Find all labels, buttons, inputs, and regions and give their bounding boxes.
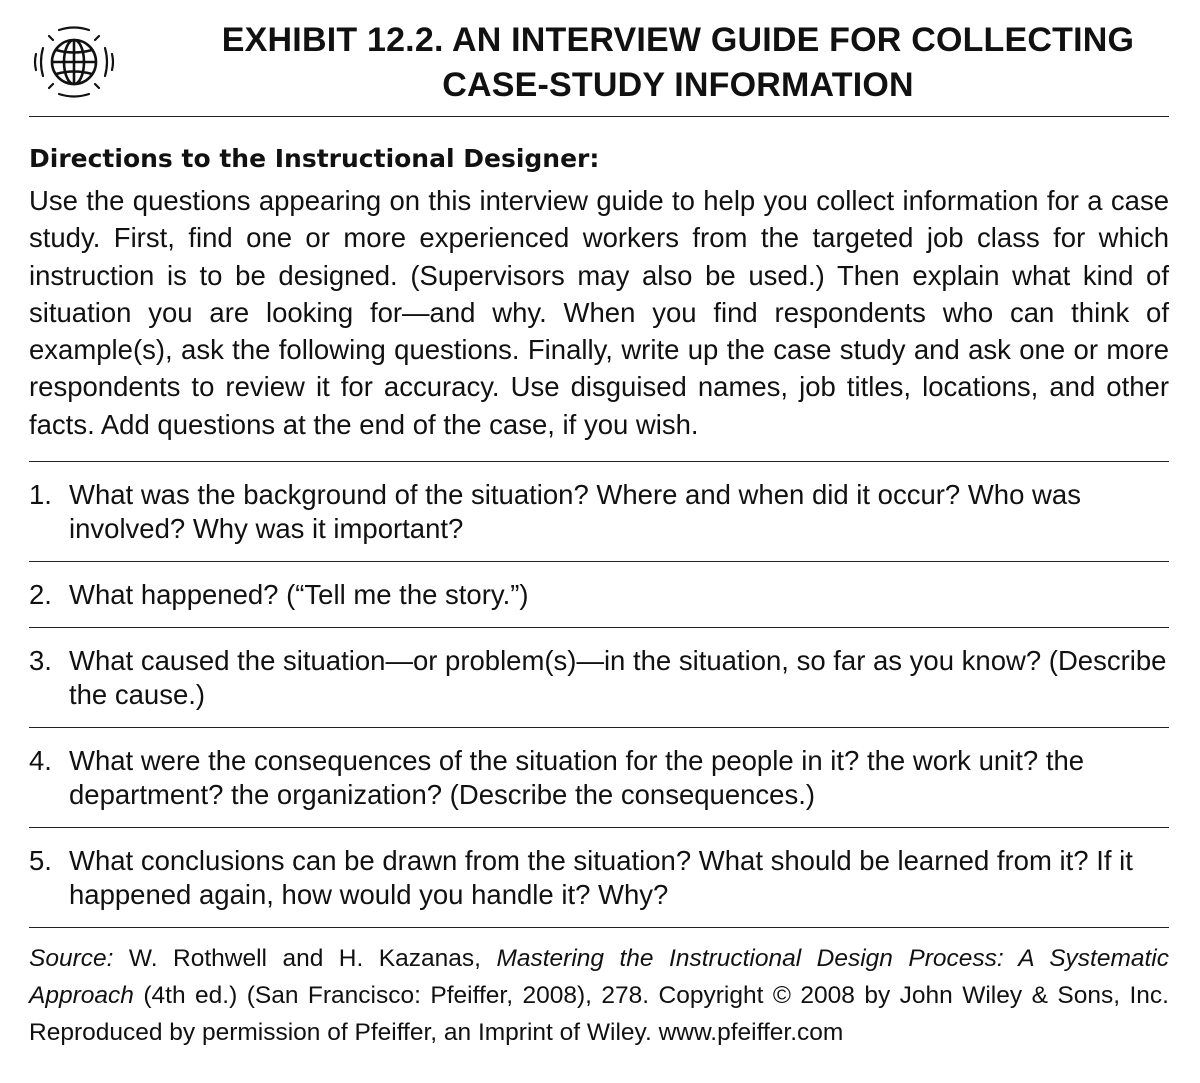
question-number: 1. [29,479,52,511]
exhibit-title-line-1: EXHIBIT 12.2. AN INTERVIEW GUIDE FOR COL… [221,21,1135,59]
source-divider [29,927,1169,929]
source-label: Source: [29,945,114,973]
question-text: What conclusions can be drawn from the s… [69,845,1133,911]
question-number: 5. [29,845,52,877]
question-text: What were the consequences of the situat… [69,745,1085,811]
source-details: (4th ed.) (San Francisco: Pfeiffer, 2008… [29,982,1169,1047]
source-authors: W. Rothwell and H. Kazanas, [113,945,497,973]
question-item-4: 4. What were the consequences of the sit… [29,728,1169,827]
question-text: What was the background of the situation… [69,479,1081,545]
exhibit-page: EXHIBIT 12.2. AN INTERVIEW GUIDE FOR COL… [29,0,1169,1051]
question-item-5: 5. What conclusions can be drawn from th… [29,828,1169,927]
question-item-1: 1. What was the background of the situat… [29,462,1169,561]
question-item-3: 3. What caused the situation—or problem(… [29,628,1169,727]
question-number: 3. [29,645,52,677]
question-item-2: 2. What happened? (“Tell me the story.”) [29,562,1169,627]
directions-body: Use the questions appearing on this inte… [29,185,1169,440]
directions-heading: Directions to the Instructional Designer… [29,144,600,173]
source-citation: Source: W. Rothwell and H. Kazanas, Mast… [29,940,1169,1051]
exhibit-title-line-2: CASE-STUDY INFORMATION [442,66,914,104]
question-number: 4. [29,745,52,777]
exhibit-title: EXHIBIT 12.2. AN INTERVIEW GUIDE FOR COL… [29,18,1169,108]
question-number: 2. [29,579,52,611]
header-divider [29,116,1169,117]
exhibit-header: EXHIBIT 12.2. AN INTERVIEW GUIDE FOR COL… [29,0,1169,116]
question-text: What happened? (“Tell me the story.”) [69,579,529,611]
question-text: What caused the situation—or problem(s)—… [69,645,1167,711]
